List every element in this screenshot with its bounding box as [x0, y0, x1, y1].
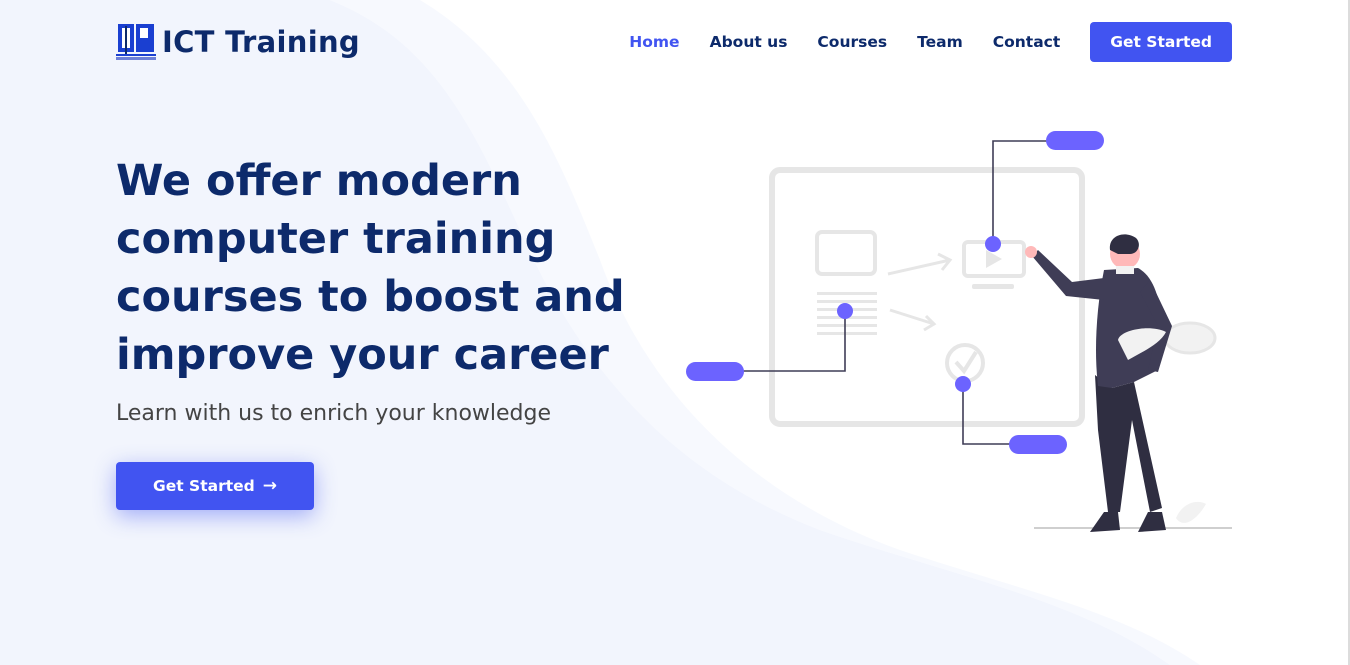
nav-team[interactable]: Team [917, 33, 963, 51]
logo-link[interactable]: ICT Training [116, 22, 360, 62]
brand-name: ICT Training [162, 25, 360, 59]
hero-button-label: Get Started [153, 477, 255, 495]
header-get-started-button[interactable]: Get Started [1090, 22, 1232, 62]
hero-subtitle: Learn with us to enrich your knowledge [116, 401, 552, 426]
hero-title: We offer modern computer training course… [116, 156, 625, 380]
person-figure [1025, 234, 1232, 532]
hero-get-started-button[interactable]: Get Started → [116, 462, 314, 510]
page: ICT Training Home About us Courses Team … [0, 0, 1350, 665]
connector-lines [742, 140, 1048, 445]
arrow-right-icon: → [262, 476, 277, 496]
nav-home[interactable]: Home [629, 33, 679, 51]
whiteboard [769, 167, 1085, 427]
hero-illustration [686, 131, 1232, 532]
nav-about-us[interactable]: About us [710, 33, 788, 51]
main-nav: Home About us Courses Team Contact Get S… [599, 22, 1232, 62]
nav-contact[interactable]: Contact [993, 33, 1061, 51]
nav-courses[interactable]: Courses [817, 33, 887, 51]
site-header: ICT Training Home About us Courses Team … [0, 0, 1350, 84]
connector-dots [686, 131, 1104, 454]
jp-logo-icon [116, 24, 156, 60]
